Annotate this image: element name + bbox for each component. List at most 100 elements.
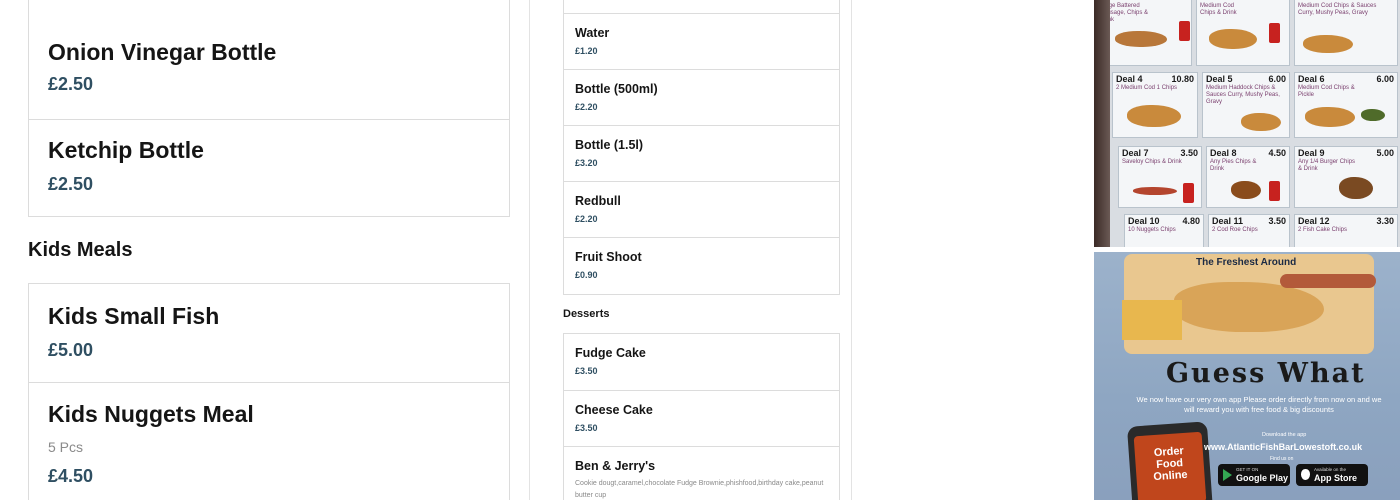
- drink-can-image: [1269, 23, 1280, 43]
- app-flyer-photo[interactable]: The Freshest Around Guess What We now ha…: [1094, 252, 1400, 500]
- deal-title: Deal 6: [1298, 74, 1325, 84]
- menu-item-ketchup[interactable]: Ketchip Bottle £2.50: [29, 119, 509, 217]
- food-image: [1127, 105, 1181, 127]
- item-name: Ben & Jerry's: [575, 459, 656, 473]
- item-price: £4.50: [48, 466, 94, 486]
- food-image: [1303, 35, 1353, 53]
- deal-price: 6.00: [1376, 74, 1394, 84]
- deal-title: Deal 9: [1298, 148, 1325, 158]
- saveloy-image: [1133, 187, 1177, 195]
- find-us-label: Find us on: [1270, 456, 1294, 462]
- deal-description: Saveloy Chips & Drink: [1122, 159, 1182, 165]
- fish-image: [1174, 282, 1324, 332]
- deal-card-6: Deal 6 6.00 Medium Cod Chips & Pickle: [1294, 72, 1398, 138]
- google-play-label: Google Play: [1236, 473, 1289, 483]
- item-name: Ketchip Bottle: [48, 137, 204, 163]
- deal-price: 4.50: [1268, 148, 1286, 158]
- deal-card-7: Deal 7 3.50 Saveloy Chips & Drink: [1118, 146, 1202, 208]
- pickle-image: [1361, 109, 1385, 121]
- item-name: Kids Nuggets Meal: [48, 401, 254, 427]
- drinks-card: Water £1.20 Bottle (500ml) £2.20 Bottle …: [563, 0, 840, 295]
- app-store-small: Available on the: [1314, 467, 1346, 472]
- phone-image: Order Food Online: [1126, 421, 1214, 500]
- deal-title: Deal 12: [1298, 216, 1330, 226]
- photo-edge: [1094, 0, 1110, 247]
- app-store-badge[interactable]: Available on the App Store: [1296, 464, 1368, 486]
- item-name: Water: [575, 26, 610, 40]
- middle-menu-column: Water £1.20 Bottle (500ml) £2.20 Bottle …: [531, 0, 852, 500]
- left-menu-column: Onion Vinegar Bottle £2.50 Ketchip Bottl…: [0, 0, 530, 500]
- deal-price: 10.80: [1171, 74, 1194, 84]
- download-label: Download the app: [1262, 432, 1307, 438]
- deal-description: Any Pies Chips & Drink: [1210, 159, 1257, 172]
- desserts-card: Fudge Cake £3.50 Cheese Cake £3.50 Ben &…: [563, 333, 840, 500]
- item-price: £3.50: [575, 423, 598, 433]
- deal-description: Medium Haddock Chips & Sauces Curry, Mus…: [1206, 85, 1280, 105]
- deals-board-photo[interactable]: Large Battered Sausage, Chips & Drink Me…: [1094, 0, 1400, 247]
- deal-card-12: Deal 12 3.30 2 Fish Cake Chips: [1294, 214, 1398, 247]
- menu-item-fudge-cake[interactable]: Fudge Cake £3.50: [564, 334, 839, 390]
- deal-card-4: Deal 4 10.80 2 Medium Cod 1 Chips: [1112, 72, 1198, 138]
- item-price: £5.00: [48, 340, 94, 360]
- item-name: Cheese Cake: [575, 403, 653, 417]
- menu-item-bottle-1-5l[interactable]: Bottle (1.5l) £3.20: [564, 125, 839, 181]
- burger-image: [1339, 177, 1373, 199]
- menu-item-kids-small-fish[interactable]: Kids Small Fish £5.00: [29, 284, 509, 382]
- menu-item-redbull[interactable]: Redbull £2.20: [564, 181, 839, 237]
- deal-description: 2 Cod Roe Chips: [1212, 227, 1258, 233]
- deal-title: Deal 10: [1128, 216, 1160, 226]
- menu-item-ben-and-jerrys[interactable]: Ben & Jerry's Cookie dougt,caramel,choco…: [564, 446, 839, 500]
- item-price: £2.20: [575, 102, 598, 112]
- deal-description: Any 1/4 Burger Chips & Drink: [1298, 159, 1356, 172]
- item-price: £1.20: [575, 46, 598, 56]
- deal-description: Medium Cod Chips & Sauces Curry, Mushy P…: [1298, 3, 1377, 16]
- google-play-icon: [1223, 469, 1232, 481]
- menu-item-water[interactable]: Water £1.20: [564, 13, 839, 69]
- chips-image: [1122, 300, 1182, 340]
- item-price: £3.50: [575, 366, 598, 376]
- deal-price: 5.00: [1376, 148, 1394, 158]
- item-name: Kids Small Fish: [48, 303, 220, 329]
- item-price: £2.50: [48, 74, 94, 94]
- google-play-badge[interactable]: GET IT ON Google Play: [1218, 464, 1290, 486]
- menu-item-kids-nuggets[interactable]: Kids Nuggets Meal 5 Pcs £4.50: [29, 382, 509, 500]
- deal-title: Deal 11: [1212, 216, 1244, 226]
- item-name: Bottle (1.5l): [575, 138, 644, 152]
- deal-description: Medium Cod Chips & Drink: [1200, 3, 1237, 16]
- menu-item-onion-vinegar[interactable]: Onion Vinegar Bottle £2.50: [29, 21, 509, 119]
- google-play-small: GET IT ON: [1236, 467, 1259, 472]
- deal-card-11: Deal 11 3.50 2 Cod Roe Chips: [1208, 214, 1290, 247]
- item-description: 5 Pcs: [48, 439, 84, 455]
- item-price: £2.20: [575, 214, 598, 224]
- item-name: Fruit Shoot: [575, 250, 642, 264]
- kids-meals-card: Kids Small Fish £5.00 Kids Nuggets Meal …: [28, 283, 510, 500]
- section-title-desserts: Desserts: [563, 308, 610, 320]
- deal-description: 10 Nuggets Chips: [1128, 227, 1176, 233]
- menu-item-cheese-cake[interactable]: Cheese Cake £3.50: [564, 390, 839, 446]
- item-name: Fudge Cake: [575, 346, 646, 360]
- deal-description: Medium Cod Chips & Pickle: [1298, 85, 1355, 98]
- deal-title: Deal 5: [1206, 74, 1233, 84]
- food-image: [1241, 113, 1281, 131]
- drink-can-image: [1183, 183, 1194, 203]
- deal-description: 2 Fish Cake Chips: [1298, 227, 1348, 233]
- deal-card: Medium Cod Chips & Sauces Curry, Mushy P…: [1294, 0, 1398, 66]
- deal-card: Medium Cod Chips & Drink: [1196, 0, 1290, 66]
- deal-title: Deal 8: [1210, 148, 1237, 158]
- phone-label: Order Food Online: [1152, 445, 1188, 484]
- deal-price: 6.00: [1268, 74, 1286, 84]
- flyer-headline: Guess What: [1166, 358, 1366, 389]
- item-name: Redbull: [575, 194, 621, 208]
- food-image: [1115, 31, 1167, 47]
- menu-item-bottle-500ml[interactable]: Bottle (500ml) £2.20: [564, 69, 839, 125]
- deal-title: Deal 7: [1122, 148, 1149, 158]
- section-title-kids-meals: Kids Meals: [28, 239, 133, 261]
- deal-price: 3.50: [1180, 148, 1198, 158]
- condiments-card: Onion Vinegar Bottle £2.50 Ketchip Bottl…: [28, 0, 510, 217]
- food-image: [1305, 107, 1355, 127]
- menu-item-fruit-shoot[interactable]: Fruit Shoot £0.90: [564, 237, 839, 293]
- item-price: £0.90: [575, 270, 598, 280]
- flyer-tagline: The Freshest Around: [1196, 257, 1297, 268]
- app-store-label: App Store: [1314, 473, 1358, 483]
- deal-card-10: Deal 10 4.80 10 Nuggets Chips: [1124, 214, 1204, 247]
